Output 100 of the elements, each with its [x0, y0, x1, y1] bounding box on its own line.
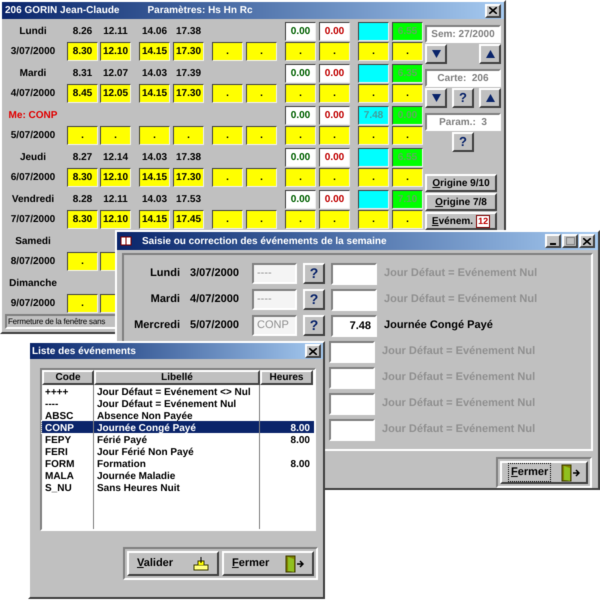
code-text: ++++ — [45, 387, 68, 398]
time-input[interactable]: . — [319, 210, 350, 229]
time-input[interactable]: . — [212, 84, 243, 103]
next-week-button[interactable] — [479, 44, 501, 64]
week-field[interactable]: Sem: 27/2000 — [425, 25, 501, 43]
close-dialog-button[interactable]: Fermer — [500, 461, 588, 484]
time-input[interactable]: . — [173, 126, 204, 145]
time-input[interactable]: . — [392, 84, 423, 103]
column-header[interactable]: Code — [42, 370, 94, 385]
hours-text: 8.00 — [290, 459, 310, 470]
hours-field[interactable] — [329, 366, 375, 388]
time-input[interactable]: 12.10 — [100, 168, 131, 187]
time-input[interactable]: . — [67, 126, 98, 145]
time-input[interactable]: 8.45 — [67, 84, 98, 103]
time-input[interactable]: . — [285, 168, 316, 187]
close-button[interactable] — [485, 4, 501, 18]
time-input[interactable]: 17.30 — [173, 84, 204, 103]
time-input[interactable]: . — [246, 42, 277, 61]
hours-field[interactable] — [329, 392, 375, 414]
time-input[interactable]: . — [212, 126, 243, 145]
time-input[interactable]: . — [392, 210, 423, 229]
time-input[interactable]: . — [319, 84, 350, 103]
clock-time: 14.03 — [142, 150, 168, 164]
time-input[interactable]: . — [358, 84, 389, 103]
card-field[interactable]: Carte: 206 — [425, 69, 501, 87]
column-header[interactable]: Heures — [260, 370, 313, 385]
params-field[interactable]: Param.: 3 — [425, 113, 501, 131]
time-input[interactable]: 8.30 — [67, 168, 98, 187]
time-input[interactable]: 8.30 — [67, 42, 98, 61]
time-input[interactable]: . — [319, 42, 350, 61]
hours-field[interactable] — [331, 288, 377, 310]
help-button[interactable]: ? — [303, 263, 325, 284]
events-button[interactable]: Evénem. 12 — [425, 212, 497, 230]
time-input[interactable]: . — [67, 294, 98, 313]
list-row[interactable]: S_NU Sans Heures Nuit — [42, 481, 314, 493]
time-input[interactable]: . — [285, 84, 316, 103]
time-input[interactable]: . — [392, 168, 423, 187]
help-button[interactable]: ? — [452, 132, 474, 152]
previous-week-button[interactable] — [425, 44, 447, 64]
time-input[interactable]: 14.15 — [139, 168, 170, 187]
time-input[interactable]: . — [246, 168, 277, 187]
maximize-button[interactable] — [562, 234, 578, 248]
help-button[interactable]: ? — [303, 289, 325, 310]
time-input[interactable]: . — [212, 168, 243, 187]
code-text: FORM — [45, 459, 74, 470]
close-button[interactable] — [579, 234, 595, 248]
time-input[interactable]: . — [358, 42, 389, 61]
time-input[interactable]: . — [212, 210, 243, 229]
time-input[interactable]: . — [319, 126, 350, 145]
time-input[interactable]: . — [285, 126, 316, 145]
time-input[interactable]: . — [358, 168, 389, 187]
time-input[interactable]: 12.10 — [100, 210, 131, 229]
list-row[interactable]: ---- Jour Défaut = Evénement Nul — [42, 397, 314, 409]
time-input[interactable]: . — [392, 126, 423, 145]
time-input[interactable]: 17.45 — [173, 210, 204, 229]
time-input[interactable]: . — [212, 42, 243, 61]
time-input[interactable]: . — [285, 42, 316, 61]
list-row[interactable]: MALA Journée Maladie — [42, 469, 314, 481]
time-input[interactable]: 12.05 — [100, 84, 131, 103]
minimize-button[interactable] — [545, 234, 561, 248]
list-row[interactable]: FERI Jour Férié Non Payé — [42, 445, 314, 457]
help-button[interactable]: ? — [452, 88, 474, 108]
time-input[interactable]: . — [285, 210, 316, 229]
time-input[interactable]: 12.10 — [100, 42, 131, 61]
hours-field[interactable] — [329, 340, 375, 362]
time-input[interactable]: 14.15 — [139, 210, 170, 229]
list-row[interactable]: ++++ Jour Défaut = Evénement <> Nul — [42, 385, 314, 397]
time-input[interactable]: . — [319, 168, 350, 187]
previous-card-button[interactable] — [425, 88, 447, 108]
time-input[interactable]: . — [246, 126, 277, 145]
close-button[interactable] — [305, 344, 321, 358]
time-input[interactable]: . — [246, 210, 277, 229]
help-button[interactable]: ? — [303, 315, 325, 336]
column-header[interactable]: Libellé — [94, 370, 260, 385]
hours-field[interactable] — [329, 418, 375, 440]
clock-time: 8.27 — [72, 150, 92, 164]
close-dialog-button[interactable]: Fermer — [222, 551, 314, 576]
list-row[interactable]: FEPY Férié Payé 8.00 — [42, 433, 314, 445]
time-input[interactable]: 17.30 — [173, 42, 204, 61]
time-input[interactable]: . — [358, 126, 389, 145]
next-card-button[interactable] — [479, 88, 501, 108]
window-title: Liste des événements — [32, 344, 136, 358]
event-list[interactable] — [40, 368, 316, 531]
time-input[interactable]: . — [246, 84, 277, 103]
time-input[interactable]: . — [358, 210, 389, 229]
list-row[interactable]: FORM Formation 8.00 — [42, 457, 314, 469]
origin-button[interactable]: Origine 9/10 — [425, 174, 497, 192]
list-row[interactable]: CONP Journée Congé Payé 8.00 — [42, 421, 314, 433]
time-input[interactable]: 17.30 — [173, 168, 204, 187]
time-input[interactable]: . — [139, 126, 170, 145]
time-input[interactable]: 8.30 — [67, 210, 98, 229]
time-input[interactable]: 14.15 — [139, 84, 170, 103]
time-input[interactable]: . — [100, 126, 131, 145]
hours-field[interactable]: 7.48 — [331, 314, 377, 336]
time-input[interactable]: . — [392, 42, 423, 61]
hours-field[interactable] — [331, 262, 377, 284]
time-input[interactable]: 14.15 — [139, 42, 170, 61]
validate-button[interactable]: Valider — [127, 551, 219, 576]
origin-button[interactable]: Origine 7/8 — [425, 193, 497, 211]
time-input[interactable]: . — [67, 252, 98, 271]
